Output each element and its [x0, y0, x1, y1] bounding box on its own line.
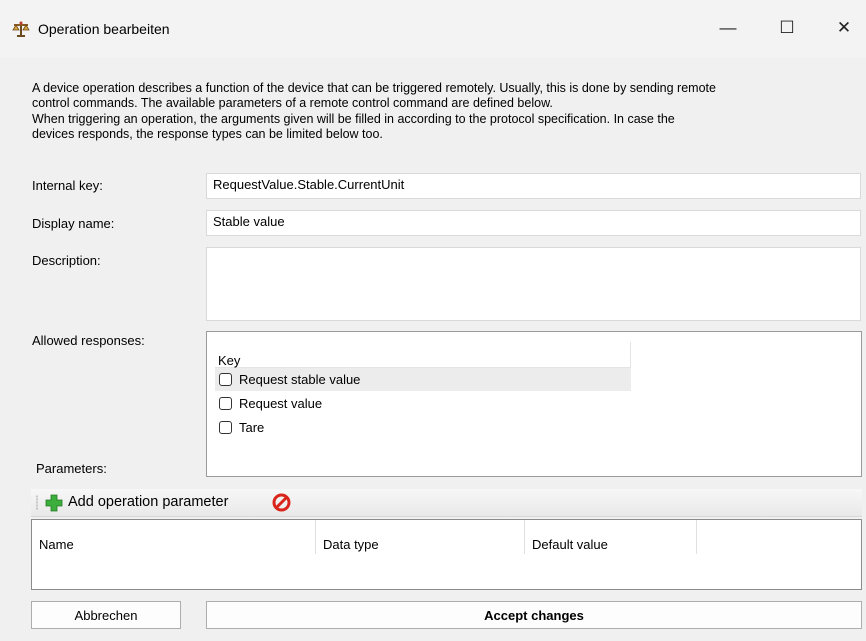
key-column-header[interactable]: Key [215, 342, 631, 368]
response-item-request-stable-value[interactable]: Request stable value [215, 368, 631, 391]
internal-key-label: Internal key: [32, 178, 103, 193]
title-bar: Operation bearbeiten — ☐ ✕ [0, 0, 866, 58]
help-line: control commands. The available paramete… [32, 96, 553, 111]
red-prohibited-icon[interactable] [272, 493, 291, 512]
toolbar-grip[interactable] [36, 495, 38, 510]
allowed-responses-list[interactable]: Key Request stable value Request value T… [206, 331, 862, 477]
parameters-label: Parameters: [36, 461, 107, 476]
response-label: Request value [239, 396, 323, 411]
internal-key-field[interactable]: RequestValue.Stable.CurrentUnit [206, 173, 861, 199]
add-operation-parameter-button[interactable]: Add operation parameter [68, 494, 228, 510]
close-button[interactable]: ✕ [821, 10, 866, 46]
maximize-icon: ☐ [779, 18, 795, 37]
green-plus-icon[interactable] [45, 494, 63, 512]
checkbox[interactable] [219, 397, 232, 410]
display-name-label: Display name: [32, 216, 115, 231]
column-header-default-value[interactable]: Default value [525, 520, 697, 554]
scale-icon [12, 21, 30, 37]
parameters-grid[interactable]: Name Data type Default value [31, 519, 862, 590]
accept-changes-button[interactable]: Accept changes [206, 601, 862, 629]
cancel-button[interactable]: Abbrechen [31, 601, 181, 629]
help-line: When triggering an operation, the argume… [32, 111, 675, 126]
column-header-data-type[interactable]: Data type [316, 520, 525, 554]
description-field[interactable] [206, 247, 861, 321]
parameters-toolbar: Add operation parameter [31, 489, 862, 517]
display-name-field[interactable]: Stable value [206, 210, 861, 236]
description-label: Description: [32, 253, 101, 268]
minimize-button[interactable]: — [705, 10, 751, 46]
response-label: Tare [239, 420, 265, 435]
help-line: A device operation describes a function … [32, 81, 716, 95]
maximize-button[interactable]: ☐ [764, 10, 810, 46]
help-description: A device operation describes a function … [32, 81, 862, 142]
column-header-name[interactable]: Name [32, 520, 316, 554]
response-label: Request stable value [239, 372, 361, 387]
response-item-tare[interactable]: Tare [215, 416, 631, 439]
response-item-request-value[interactable]: Request value [215, 392, 631, 415]
close-icon: ✕ [836, 18, 852, 37]
minimize-icon: — [719, 18, 737, 37]
checkbox[interactable] [219, 421, 232, 434]
window-title: Operation bearbeiten [38, 21, 170, 37]
help-line: devices responds, the response types can… [32, 126, 383, 141]
allowed-responses-label: Allowed responses: [32, 333, 145, 348]
checkbox[interactable] [219, 373, 232, 386]
